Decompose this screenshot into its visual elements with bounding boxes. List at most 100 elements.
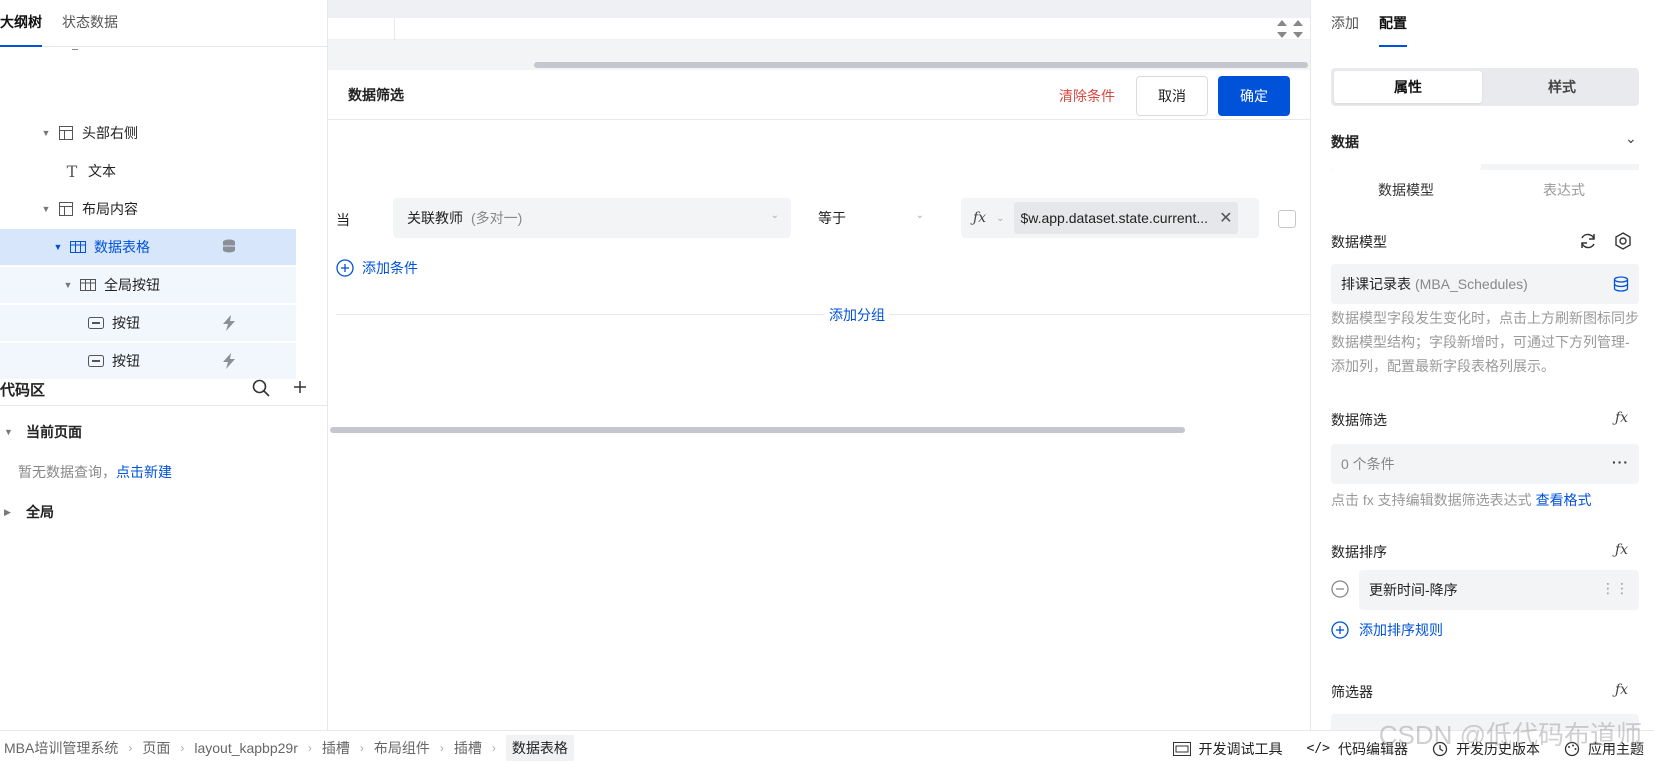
fx-icon[interactable]: ƒx [1615, 542, 1628, 558]
chevron-down-icon: ⌄ [770, 210, 779, 221]
fx-icon[interactable]: ƒx [1615, 410, 1628, 426]
tree-item-header-right[interactable]: ▼ 头部右侧 [40, 115, 328, 151]
checkbox[interactable] [1278, 210, 1296, 228]
filter-count: 0 个条件 [1341, 456, 1395, 472]
sort-icon[interactable] [1292, 19, 1304, 39]
chevron-right-icon: › [128, 741, 133, 755]
refresh-icon[interactable] [1579, 232, 1597, 253]
database-icon[interactable] [222, 239, 236, 256]
subtab-data-model[interactable]: 数据模型 [1331, 180, 1481, 200]
more-icon[interactable]: ··· [1612, 454, 1629, 470]
caret-down-icon[interactable]: ▼ [40, 128, 52, 138]
tree-item-global-buttons[interactable]: ▼ 全局按钮 [0, 267, 296, 303]
seg-style[interactable]: 样式 [1488, 71, 1636, 103]
field-select[interactable]: 关联教师 (多对一) ⌄ [393, 198, 791, 238]
add-icon[interactable] [292, 379, 308, 401]
layout-icon [58, 126, 74, 140]
chevron-down-icon[interactable]: ⌄ [996, 213, 1004, 224]
sort-icons[interactable] [1276, 19, 1304, 39]
breadcrumb-item[interactable]: 插槽 [322, 738, 350, 758]
dev-debug-tool-button[interactable]: 开发调试工具 [1172, 739, 1283, 759]
section-current-page[interactable]: ▼ 当前页面 [0, 412, 328, 452]
tree-item-label: 文本 [88, 163, 116, 179]
code-editor-button[interactable]: </> 代码编辑器 [1307, 739, 1408, 759]
field-relation-hint: (多对一) [471, 210, 523, 226]
settings-icon[interactable] [1614, 232, 1632, 253]
tab-config[interactable]: 配置 [1379, 13, 1407, 47]
value-input[interactable]: ƒx ⌄ $w.app.dataset.state.current... ✕ [961, 198, 1259, 238]
caret-down-icon[interactable]: ▼ [4, 427, 18, 437]
empty-query-row: 暂无数据查询， 点击新建 [0, 452, 328, 492]
tab-add[interactable]: 添加 [1331, 13, 1359, 47]
caret-right-icon[interactable]: ▶ [4, 507, 18, 518]
right-panel: 添加 配置 属性 样式 数据 ⌄ 数据模型 表达式 数据模型 排课记录表 (MB… [1310, 0, 1654, 730]
fx-icon[interactable]: ƒx [973, 210, 986, 226]
clear-conditions-link[interactable]: 清除条件 [1059, 86, 1115, 106]
data-sort-label: 数据排序 [1331, 544, 1387, 560]
caret-down-icon[interactable]: ▼ [52, 242, 64, 252]
table-icon [70, 240, 86, 254]
app-theme-button[interactable]: 应用主题 [1564, 739, 1644, 759]
chevron-down-icon[interactable]: ⌄ [1625, 130, 1637, 147]
close-icon[interactable]: ✕ [1219, 208, 1232, 228]
chevron-right-icon: › [359, 741, 364, 755]
section-label: 当前页面 [26, 424, 82, 440]
breadcrumb-item[interactable]: 插槽 [454, 738, 482, 758]
add-condition-button[interactable]: 添加条件 [336, 258, 418, 278]
caret-down-icon[interactable]: ▼ [62, 280, 74, 290]
breadcrumb-current[interactable]: 数据表格 [505, 735, 574, 761]
property-style-switch: 属性 样式 [1331, 68, 1639, 106]
search-icon[interactable] [252, 379, 270, 401]
lightning-icon[interactable] [222, 315, 236, 334]
text-icon: T [66, 161, 78, 181]
right-tabs: 添加 配置 [1311, 0, 1654, 47]
operator-select[interactable]: 等于 ⌄ [806, 198, 936, 238]
cancel-button[interactable]: 取消 [1136, 76, 1208, 116]
section-global[interactable]: ▶ 全局 [0, 492, 328, 532]
breadcrumb-item[interactable]: MBA培训管理系统 [4, 738, 118, 758]
add-group-button[interactable]: 添加分组 [825, 305, 889, 325]
data-model-select[interactable]: 排课记录表 (MBA_Schedules) [1331, 264, 1639, 304]
table-icon [80, 278, 96, 292]
chevron-right-icon: › [491, 741, 496, 755]
tree-item-layout-content[interactable]: ▼ 布局内容 [40, 191, 328, 227]
value-tag[interactable]: $w.app.dataset.state.current... ✕ [1014, 202, 1239, 234]
breadcrumb-item[interactable]: layout_kapbp29r [194, 740, 298, 756]
tab-state-data[interactable]: 状态数据 [62, 12, 118, 46]
sort-icon[interactable] [1276, 19, 1288, 39]
breadcrumb-item[interactable]: 页面 [142, 738, 170, 758]
tree-item-button-1[interactable]: 按钮 [0, 305, 296, 341]
fx-icon[interactable]: ƒx [1615, 682, 1628, 698]
breadcrumb-item[interactable]: 布局组件 [374, 738, 430, 758]
tool-label: 代码编辑器 [1338, 740, 1408, 757]
section-label: 全局 [26, 504, 54, 520]
chevron-down-icon: ⌄ [915, 210, 924, 221]
filter-scrollbar[interactable] [330, 427, 1185, 433]
minus-circle-icon[interactable] [1331, 580, 1349, 601]
tool-label: 应用主题 [1588, 740, 1644, 757]
caret-down-icon[interactable]: ▼ [40, 204, 52, 214]
create-query-link[interactable]: 点击新建 [116, 462, 172, 482]
data-filter-box[interactable]: 0 个条件 ··· [1331, 444, 1639, 484]
tree-item-text[interactable]: T 文本 [64, 153, 328, 189]
history-version-button[interactable]: 开发历史版本 [1432, 739, 1540, 759]
monitor-icon [1172, 741, 1191, 756]
footer-bar: MBA培训管理系统 › 页面 › layout_kapbp29r › 插槽 › 布局组件… [0, 730, 1654, 765]
confirm-button[interactable]: 确定 [1218, 76, 1290, 116]
table-header-strip [328, 0, 1310, 18]
seg-properties[interactable]: 属性 [1334, 71, 1482, 103]
drag-handle-icon[interactable]: ⋮⋮ [1601, 580, 1629, 597]
sort-rule-item[interactable]: 更新时间-降序 ⋮⋮ [1359, 570, 1639, 610]
history-icon [1432, 741, 1448, 756]
tree-item-data-table[interactable]: ▼ 数据表格 [0, 229, 296, 265]
tab-outline[interactable]: 大纲树 [0, 12, 42, 47]
table-scrollbar[interactable] [534, 62, 1308, 68]
filter-editor: 数据筛选 清除条件 取消 确定 当 关联教师 (多对一) ⌄ 等于 ⌄ ƒx ⌄… [328, 0, 1310, 730]
add-sort-rule-button[interactable]: 添加排序规则 [1331, 620, 1443, 640]
tree-item-label: 按钮 [112, 315, 140, 331]
selector-box[interactable] [1331, 714, 1639, 730]
filter-help-text: 点击 fx 支持编辑数据筛选表达式 [1331, 492, 1532, 508]
view-format-link[interactable]: 查看格式 [1536, 492, 1592, 508]
subtab-expression[interactable]: 表达式 [1489, 180, 1639, 200]
footer-tools: 开发调试工具 </> 代码编辑器 开发历史版本 应用主题 [1172, 731, 1654, 765]
